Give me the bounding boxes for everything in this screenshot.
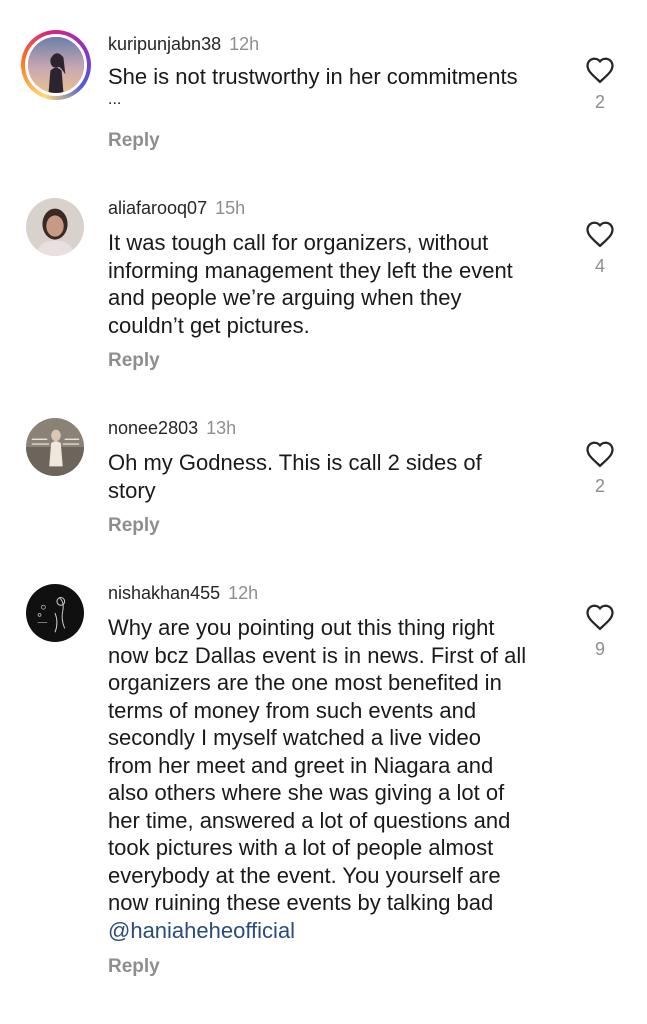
comment-meta: nishakhan455 12h xyxy=(108,582,258,604)
like-count: 9 xyxy=(594,639,605,659)
comment-line: everybody at the event. You yourself are xyxy=(108,862,501,888)
comment-line: took pictures with a lot of people almos… xyxy=(108,835,494,860)
avatar[interactable] xyxy=(26,418,84,476)
comment-line: informing management they left the event xyxy=(108,257,513,283)
reply-button[interactable]: Reply xyxy=(108,515,160,537)
like-count: 2 xyxy=(594,476,605,496)
comment-line: and people we’re arguing when they xyxy=(108,285,462,310)
username[interactable]: nonee2803 xyxy=(108,418,198,438)
woman-portrait-avatar xyxy=(26,198,84,256)
comment-text: Why are you pointing out this thing righ… xyxy=(108,614,558,944)
comment-line: also others where she was giving a lot o… xyxy=(108,780,505,805)
avatar[interactable] xyxy=(21,30,91,100)
comment-line: her time, answered a lot of questions an… xyxy=(108,807,511,833)
timestamp: 12h xyxy=(228,583,259,603)
username[interactable]: nishakhan455 xyxy=(108,583,220,603)
comment-line: Why are you pointing out this thing righ… xyxy=(108,615,495,640)
comment-meta: kuripunjabn38 12h xyxy=(108,33,259,55)
comment-line: story xyxy=(108,477,156,503)
comment-line: Oh my Godness. This is call 2 sides of xyxy=(108,450,482,475)
mention-link[interactable]: @haniaheheofficial xyxy=(108,917,558,945)
like-button[interactable]: 2 xyxy=(580,56,620,113)
heart-outline-icon xyxy=(586,57,614,84)
like-count: 2 xyxy=(594,92,605,112)
username[interactable]: kuripunjabn38 xyxy=(108,34,221,54)
heart-outline-icon xyxy=(586,221,614,248)
like-count: 4 xyxy=(594,256,605,276)
comment-line: secondly I myself watched a live video xyxy=(108,725,481,750)
text-overlay-photo-avatar xyxy=(26,418,84,476)
heart-outline-icon xyxy=(586,604,614,631)
like-button[interactable]: 2 xyxy=(580,440,620,497)
reply-button[interactable]: Reply xyxy=(108,956,160,978)
reply-button[interactable]: Reply xyxy=(108,350,160,372)
comment-line: couldn’t get pictures. xyxy=(108,312,310,338)
comment-line: ... xyxy=(108,90,122,108)
comment-line: organizers are the one most benefited in xyxy=(108,670,502,695)
comment-meta: nonee2803 13h xyxy=(108,417,236,439)
sunset-silhouette-avatar xyxy=(28,37,84,93)
comment-line: terms of money from such events and xyxy=(108,697,477,723)
timestamp: 13h xyxy=(206,418,237,438)
comment-meta: aliafarooq07 15h xyxy=(108,197,245,219)
comment-line: now bcz Dallas event is in news. First o… xyxy=(108,642,527,668)
reply-button[interactable]: Reply xyxy=(108,130,160,152)
dark-sketch-avatar xyxy=(26,584,84,642)
timestamp: 15h xyxy=(215,198,246,218)
comment-text: It was tough call for organizers, withou… xyxy=(108,229,558,339)
like-button[interactable]: 4 xyxy=(580,220,620,277)
comment-line: It was tough call for organizers, withou… xyxy=(108,230,489,255)
timestamp: 12h xyxy=(229,34,260,54)
comment-line: She is not trustworthy in her commitment… xyxy=(108,64,518,89)
comment-text: Oh my Godness. This is call 2 sides of s… xyxy=(108,449,558,504)
comment-line: now ruining these events by talking bad xyxy=(108,890,494,915)
heart-outline-icon xyxy=(586,441,614,468)
avatar[interactable] xyxy=(26,584,84,642)
avatar[interactable] xyxy=(26,198,84,256)
comment-text: She is not trustworthy in her commitment… xyxy=(108,63,558,109)
username[interactable]: aliafarooq07 xyxy=(108,198,207,218)
comment-line: from her meet and greet in Niagara and xyxy=(108,752,494,778)
like-button[interactable]: 9 xyxy=(580,603,620,660)
